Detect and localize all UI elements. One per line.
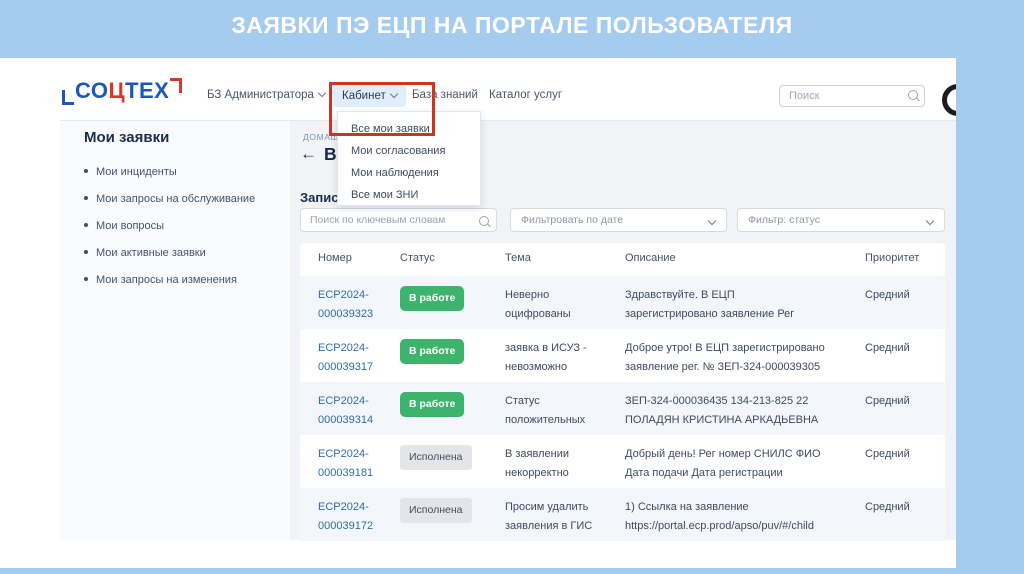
column-header-status: Статус [400,252,435,264]
status-badge: В работе [400,339,465,364]
description-cell: Доброе утро! В ЕЦП зарегистрировано заявл… [625,342,825,373]
subject-cell: заявка в ИСУЗ - невозможно [505,342,587,373]
description-cell: Добрый день! Рег номер СНИЛС ФИО Дата под… [625,448,821,479]
status-badge: Исполнена [400,445,472,470]
table-header: Номер Статус Тема Описание Приоритет [300,243,945,276]
logo-corner-left-icon [62,90,74,105]
keyword-search [300,208,497,232]
sidebar-item-service-requests[interactable]: Мои запросы на обслуживание [84,193,255,205]
annotation-red-rectangle [329,82,435,136]
priority-cell: Средний [865,448,910,460]
soctech-logo[interactable]: СОЦТЕХ [62,78,183,105]
request-number-link[interactable]: ECP2024- 000039314 [318,392,373,430]
status-filter-select[interactable]: Фильтр: статус [737,208,945,232]
subject-cell: Неверно оцифрованы [505,289,571,320]
status-badge: В работе [400,286,465,311]
chevron-down-icon [317,88,327,98]
sidebar: Мои заявки Мои инциденты Мои запросы на … [60,121,290,540]
page-title: В [324,144,337,164]
priority-cell: Средний [865,342,910,354]
table-row[interactable]: ECP2024- 000039172 Исполнена Просим удали… [300,488,945,541]
logo-corner-right-icon [170,78,183,93]
sidebar-item-incidents[interactable]: Мои инциденты [84,166,177,178]
sidebar-item-active-requests[interactable]: Мои активные заявки [84,247,206,259]
subject-cell: Статус положительных [505,395,586,426]
keyword-search-input[interactable] [301,209,496,231]
slide-title: ЗАЯВКИ ПЭ ЕЦП НА ПОРТАЛЕ ПОЛЬЗОВАТЕЛЯ [231,12,793,38]
date-filter-select[interactable]: Фильтровать по дате [510,208,727,232]
slide: ЗАЯВКИ ПЭ ЕЦП НА ПОРТАЛЕ ПОЛЬЗОВАТЕЛЯ СО… [0,0,1024,574]
menu-item-my-approvals[interactable]: Мои согласования [338,140,480,162]
description-cell: ЗЕП-324-000036435 134-213-825 22 ПОЛАДЯН … [625,395,819,426]
sidebar-title: Мои заявки [84,129,170,146]
records-label: Запис [300,190,339,205]
logo-text: СОЦТЕХ [75,78,170,103]
column-header-description: Описание [625,252,676,264]
back-arrow-icon[interactable]: ← [300,144,317,164]
column-header-subject: Тема [505,252,531,264]
nav-admin-kb[interactable]: БЗ Администратора [207,88,327,101]
priority-cell: Средний [865,501,910,513]
subject-cell: В заявлении некорректно [505,448,570,479]
portal-screenshot: СОЦТЕХ БЗ Администратора Кабинет База зн… [0,58,956,568]
search-icon [908,90,918,100]
menu-item-my-observations[interactable]: Мои наблюдения [338,162,480,184]
status-badge: Исполнена [400,498,472,523]
sidebar-item-change-requests[interactable]: Мои запросы на изменения [84,274,237,286]
priority-cell: Средний [865,289,910,301]
table-row[interactable]: ECP2024- 000039181 Исполнена В заявлении н… [300,435,945,488]
table-row[interactable]: ECP2024- 000039314 В работе Статус положит… [300,382,945,435]
subject-cell: Просим удалить заявления в ГИС [505,501,593,532]
description-cell: Здравствуйте. В ЕЦП зарегистрировано заяв… [625,289,795,320]
user-avatar[interactable] [942,84,956,116]
request-number-link[interactable]: ECP2024- 000039323 [318,286,373,324]
chevron-down-icon [707,216,717,226]
chevron-down-icon [925,216,935,226]
global-search-input[interactable] [779,85,925,107]
search-icon [479,216,489,226]
table-row[interactable]: ECP2024- 000039317 В работе заявка в ИСУЗ… [300,329,945,382]
priority-cell: Средний [865,395,910,407]
global-search [779,85,925,107]
request-number-link[interactable]: ECP2024- 000039181 [318,445,373,483]
column-header-priority: Приоритет [865,252,920,264]
request-number-link[interactable]: ECP2024- 000039172 [318,498,373,536]
column-header-number: Номер [318,252,352,264]
menu-item-all-my-zni[interactable]: Все мои ЗНИ [338,184,480,206]
description-cell: 1) Ссылка на заявление https://portal.ecp… [625,501,814,532]
status-badge: В работе [400,392,465,417]
request-number-link[interactable]: ECP2024- 000039317 [318,339,373,377]
requests-table: Номер Статус Тема Описание Приоритет ECP… [300,243,945,541]
sidebar-item-questions[interactable]: Мои вопросы [84,220,164,232]
nav-service-catalog[interactable]: Каталог услуг [489,89,562,101]
table-row[interactable]: ECP2024- 000039323 В работе Неверно оцифро… [300,276,945,329]
